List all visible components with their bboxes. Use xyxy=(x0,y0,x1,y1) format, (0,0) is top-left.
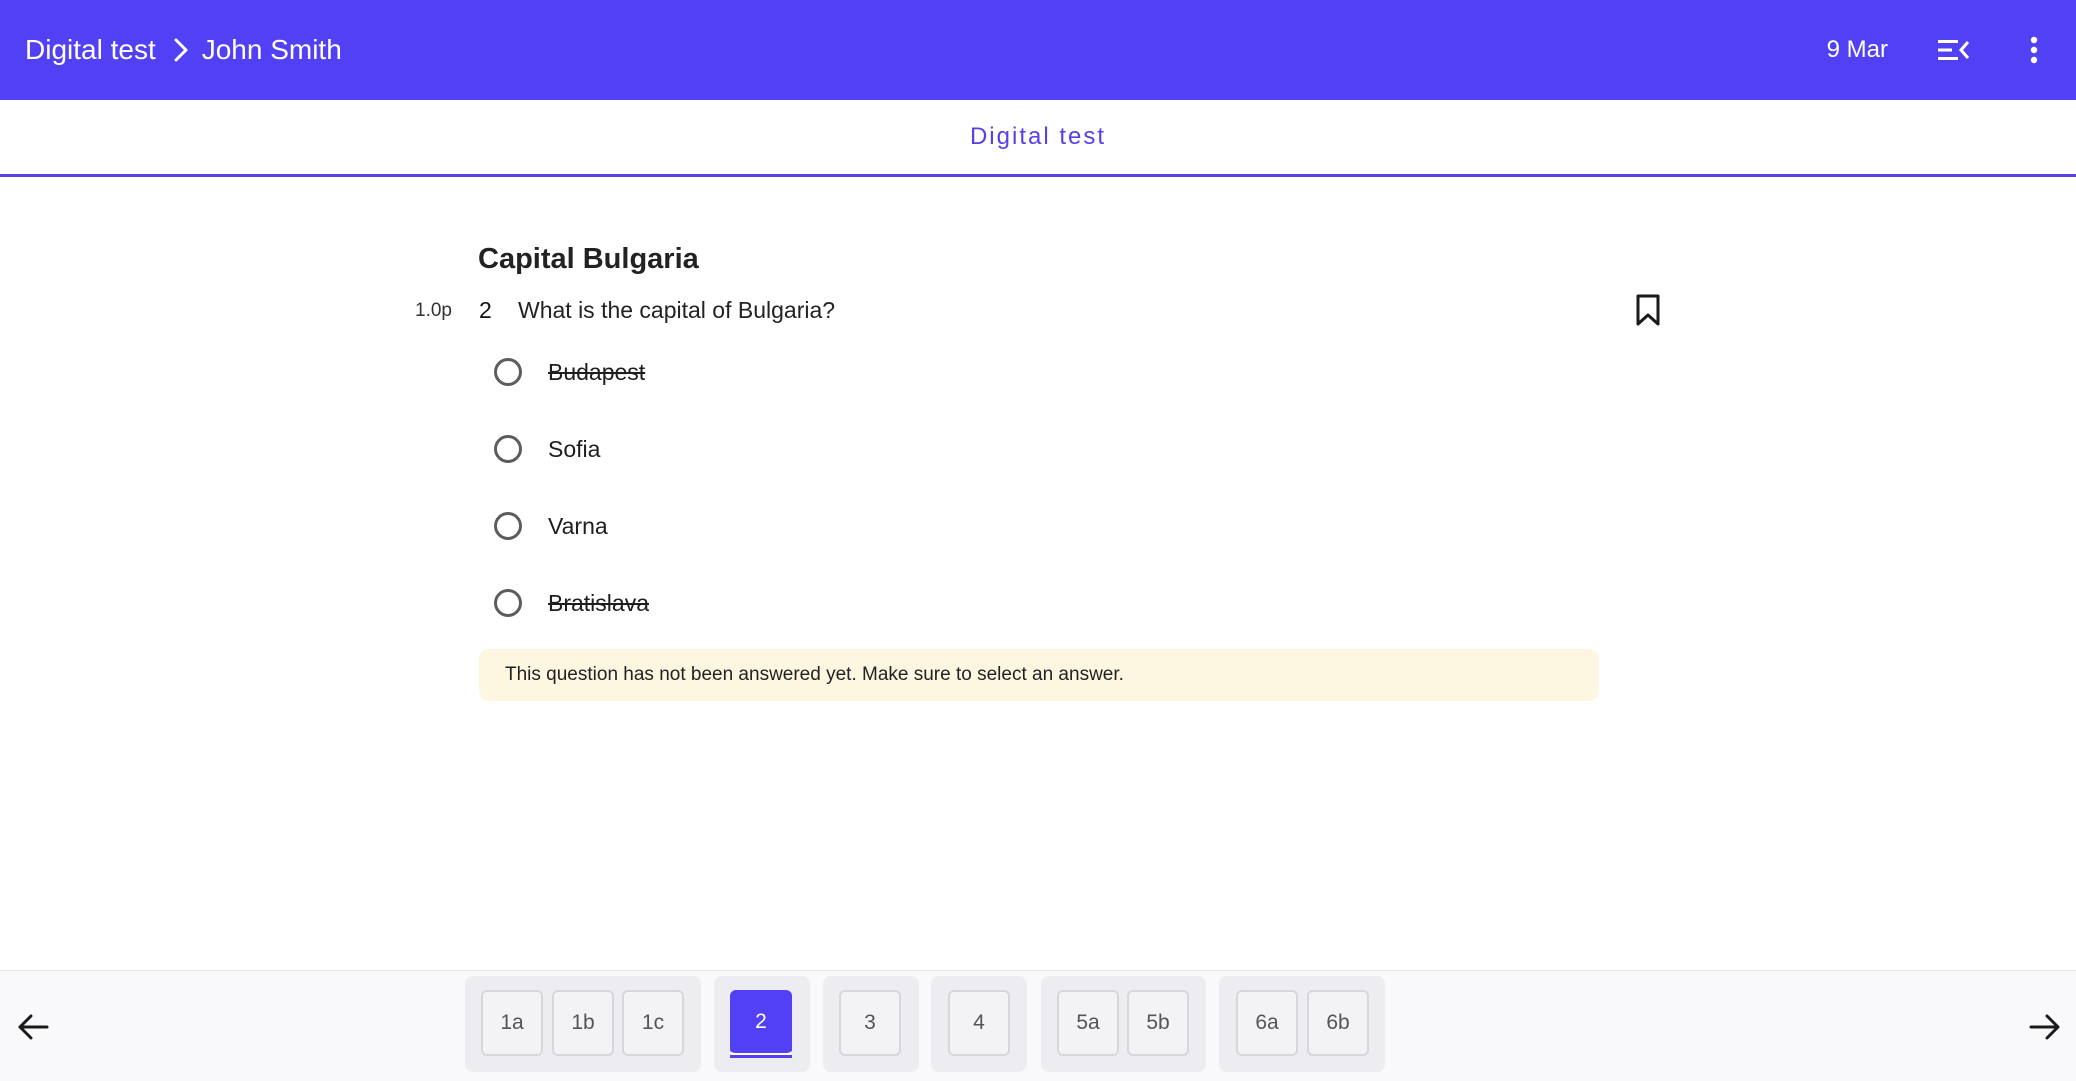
collapse-menu-button[interactable] xyxy=(1936,32,1972,68)
option-label: Budapest xyxy=(548,358,646,385)
question-button-1a[interactable]: 1a xyxy=(481,990,543,1056)
option-label: Sofia xyxy=(548,435,601,462)
option-sofia[interactable]: Sofia xyxy=(494,429,600,469)
more-vertical-icon xyxy=(2030,36,2038,64)
question-button-6b[interactable]: 6b xyxy=(1307,990,1369,1056)
question-button-5b[interactable]: 5b xyxy=(1127,990,1189,1056)
radio-button[interactable] xyxy=(494,512,522,540)
arrow-left-icon[interactable] xyxy=(16,1010,50,1044)
question-navigation-bar xyxy=(0,970,2076,1081)
chevron-right-icon xyxy=(174,38,188,62)
radio-button[interactable] xyxy=(494,589,522,617)
radio-button[interactable] xyxy=(494,435,522,463)
date-label: 9 Mar xyxy=(1826,36,1888,63)
radio-button[interactable] xyxy=(494,358,522,386)
breadcrumb-test[interactable]: Digital test xyxy=(25,34,156,66)
question-number: 2 xyxy=(479,297,492,323)
section-title: Capital Bulgaria xyxy=(478,243,699,275)
test-title: Digital test xyxy=(969,123,1107,150)
more-options-button[interactable] xyxy=(2016,32,2052,68)
question-button-5a[interactable]: 5a xyxy=(1057,990,1119,1056)
top-bar: Digital test John Smith 9 Mar xyxy=(0,0,2076,100)
option-label: Bratislava xyxy=(548,589,649,616)
option-varna[interactable]: Varna xyxy=(494,506,608,546)
breadcrumb-student: John Smith xyxy=(201,34,342,65)
question-button-4[interactable]: 4 xyxy=(948,990,1010,1056)
option-bratislava[interactable]: Bratislava xyxy=(494,583,649,623)
option-budapest[interactable]: Budapest xyxy=(494,352,645,392)
option-label: Varna xyxy=(548,512,608,539)
bookmark-icon[interactable] xyxy=(1633,293,1663,327)
menu-collapse-icon xyxy=(1938,40,1970,60)
unanswered-notice: This question has not been answered yet.… xyxy=(479,649,1599,701)
breadcrumb: Digital test John Smith xyxy=(25,0,342,100)
question-text: What is the capital of Bulgaria? xyxy=(518,297,836,323)
question-button-1c[interactable]: 1c xyxy=(622,990,684,1056)
arrow-right-icon[interactable] xyxy=(2028,1010,2062,1044)
question-button-2[interactable]: 2 xyxy=(730,990,792,1058)
question-button-6a[interactable]: 6a xyxy=(1236,990,1298,1056)
test-title-bar: Digital test xyxy=(0,100,2076,177)
question-button-1b[interactable]: 1b xyxy=(552,990,614,1056)
question-points: 1.0p xyxy=(415,300,452,321)
question-button-3[interactable]: 3 xyxy=(839,990,901,1056)
